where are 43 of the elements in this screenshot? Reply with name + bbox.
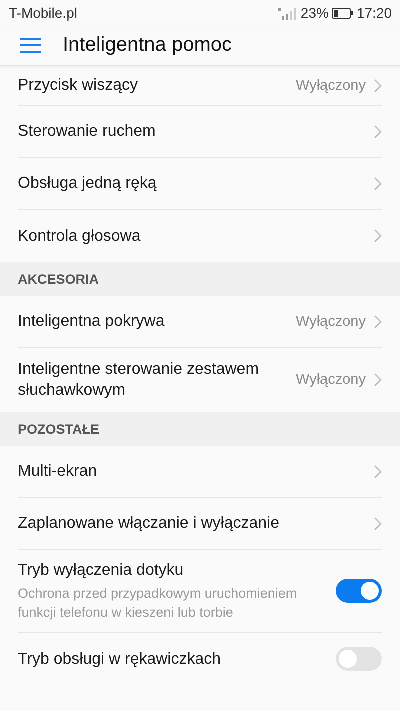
chevron-icon (374, 516, 382, 530)
battery-icon (332, 8, 354, 18)
clock-time: 17:20 (356, 5, 392, 21)
battery-percent: 23% (300, 5, 329, 21)
settings-row[interactable]: Tryb obsługi w rękawiczkach (18, 633, 382, 685)
settings-row[interactable]: Multi-ekran (18, 446, 382, 498)
settings-row[interactable]: Przycisk wiszący Wyłączony (18, 66, 382, 106)
carrier-name: T-Mobile.pl (9, 5, 78, 21)
row-value: Wyłączony (296, 314, 366, 330)
signal-icon (278, 6, 298, 20)
toggle-switch[interactable] (336, 579, 382, 603)
toggle-switch[interactable] (336, 647, 382, 671)
settings-row[interactable]: Obsługa jedną ręką (18, 158, 382, 210)
settings-row[interactable]: Sterowanie ruchem (18, 106, 382, 158)
chevron-icon (374, 314, 382, 328)
row-label: Tryb wyłączenia dotyku (18, 561, 185, 581)
settings-row[interactable]: Inteligentne sterowanie zestawem słuchawkowym Wyłączony (18, 348, 382, 412)
chevron-icon (374, 124, 382, 138)
row-label: Inteligentne sterowanie zestawem słuchawkowym (18, 360, 260, 401)
chevron-icon (374, 464, 382, 478)
section-header: AKCESORIA (0, 262, 400, 296)
row-label: Sterowanie ruchem (18, 122, 157, 142)
row-label: Przycisk wiszący (18, 76, 140, 96)
settings-row[interactable]: Zaplanowane włączanie i wyłączanie (18, 498, 382, 550)
chevron-icon (374, 229, 382, 243)
row-label: Obsługa jedną ręką (18, 174, 158, 194)
settings-row[interactable]: Tryb wyłączenia dotyku Ochrona przed przypadkowym uruchomieniem funkcji telefonu w kieszeni lub torbie (18, 550, 382, 633)
chevron-icon (374, 78, 382, 92)
row-value: Wyłączony (296, 78, 366, 94)
chevron-icon (374, 176, 382, 190)
chevron-icon (374, 373, 382, 387)
row-value: Wyłączony (296, 372, 366, 388)
row-label: Zaplanowane włączanie i wyłączanie (18, 514, 280, 534)
page-title: Inteligentna pomoc (63, 34, 232, 57)
row-label: Tryb obsługi w rękawiczkach (18, 650, 222, 670)
section-header: POZOSTAŁE (0, 412, 400, 446)
row-label: Multi-ekran (18, 462, 98, 482)
menu-icon[interactable] (20, 38, 41, 53)
row-label: Inteligentna pokrywa (18, 312, 166, 332)
settings-row[interactable]: Kontrola głosowa (18, 210, 382, 262)
row-label: Kontrola głosowa (18, 226, 142, 246)
settings-row[interactable]: Inteligentna pokrywa Wyłączony (18, 296, 382, 348)
row-description: Ochrona przed przypadkowym uruchomieniem funkcji telefonu w kieszeni lub torbie (18, 585, 298, 622)
